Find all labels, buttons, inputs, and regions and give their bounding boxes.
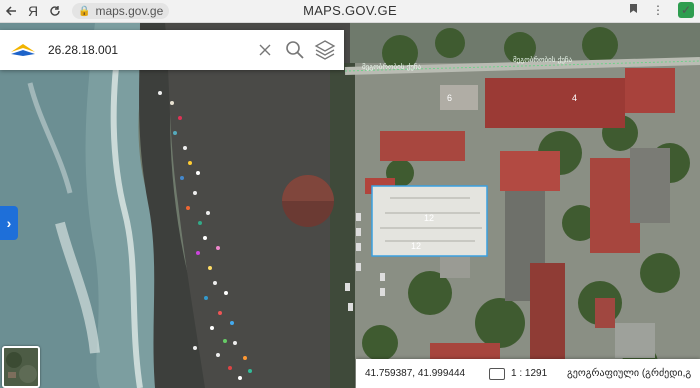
building-number: 6 [447,93,453,103]
address-bar[interactable]: 🔒 maps.gov.ge [72,3,170,19]
reload-button[interactable] [44,0,66,22]
lock-icon: 🔒 [78,5,91,17]
layers-icon [314,40,336,60]
search-button[interactable] [280,35,310,65]
search-panel: 26.28.18.001 [0,30,344,70]
basemap-switcher-thumbnail[interactable] [2,346,40,388]
building-number: 12 [424,213,435,223]
scale-readout[interactable]: 1 : 1291 [511,368,561,379]
scale-icon [489,367,505,380]
more-vertical-icon[interactable]: ⋮ [652,3,664,17]
chevron-right-icon: › [6,215,12,231]
building-number: 4 [572,93,578,103]
building-number: 12 [411,241,422,251]
status-bar: 41.759387, 41.999444 1 : 1291 გეოგრაფიულ… [356,359,700,388]
street-label: მეგობრობის ქუჩა [362,63,422,71]
back-button[interactable] [0,0,22,22]
arrow-left-icon [5,6,16,16]
satellite-map[interactable]: მეგობრობის ქუჩა მეგობრობის ქუჩა 6 4 12 1… [0,23,700,388]
coordinates-readout: 41.759387, 41.999444 [365,368,466,379]
layers-button[interactable] [310,35,340,65]
url-text: maps.gov.ge [95,4,164,18]
bookmark-icon[interactable] [629,3,638,17]
expand-sidebar-button[interactable]: › [0,206,18,240]
napr-logo-icon[interactable] [8,35,38,65]
street-label: მეგობრობის ქუჩა [513,56,573,64]
clear-search-button[interactable] [250,35,280,65]
reload-icon [50,6,60,16]
search-input[interactable]: 26.28.18.001 [48,43,250,57]
browser-toolbar: Я 🔒 maps.gov.ge MAPS.GOV.GE ⋮ ✓ [0,0,700,23]
protect-shield-icon[interactable]: ✓ [678,2,694,18]
projection-selector[interactable]: გეოგრაფიული (გრძედი,გ [567,368,691,379]
close-icon [259,44,271,56]
search-icon [286,41,304,59]
yandex-button[interactable]: Я [22,0,44,22]
map-imagery[interactable] [0,23,700,388]
